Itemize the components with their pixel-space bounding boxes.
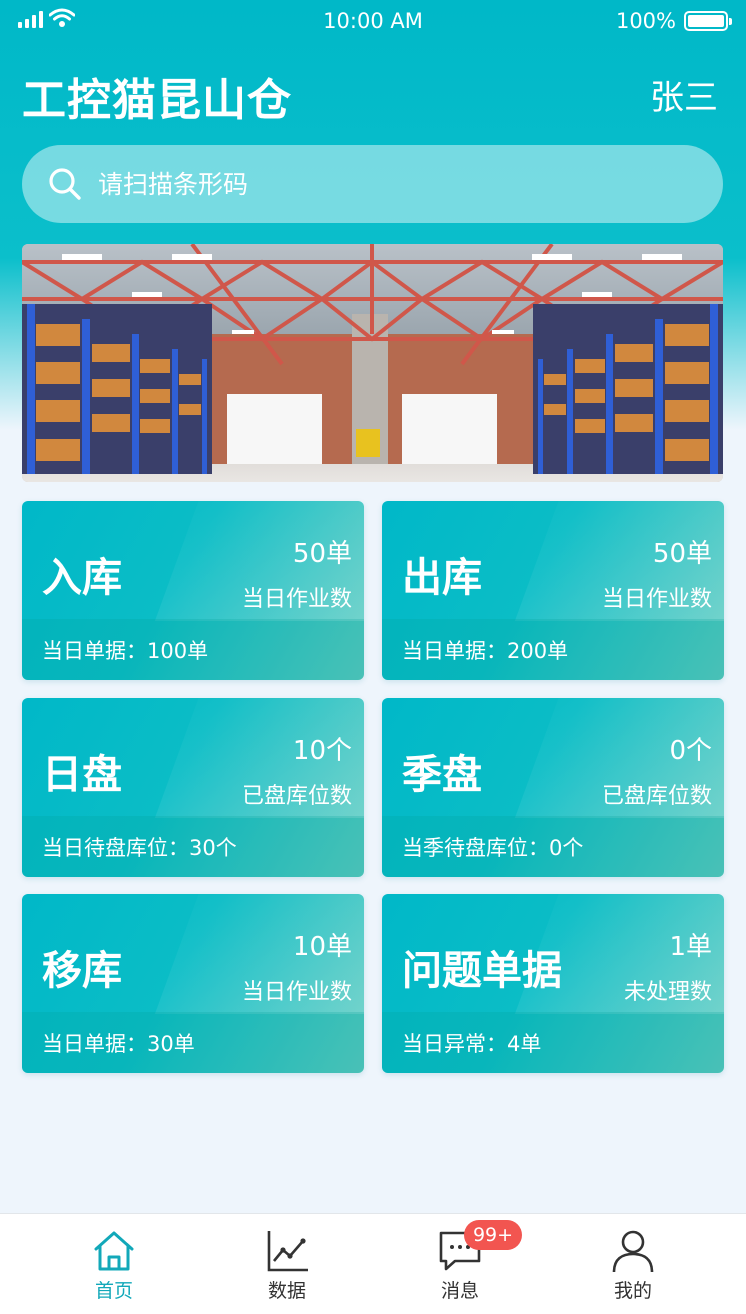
card-title: 入库: [42, 555, 122, 601]
tab-data[interactable]: 数据: [227, 1214, 347, 1314]
user-name[interactable]: 张三: [650, 70, 718, 119]
card-count: 50单: [652, 539, 712, 569]
app-title: 工控猫昆山仓: [22, 75, 292, 126]
card-title: 出库: [402, 555, 482, 601]
card-title: 日盘: [42, 752, 122, 798]
card-outbound[interactable]: 出库 50单 当日作业数 当日单据：200单: [382, 501, 724, 680]
tab-bar: 首页 数据 消息 99+ 我的: [0, 1213, 746, 1314]
user-icon: [612, 1230, 654, 1273]
card-count: 50单: [292, 539, 352, 569]
battery-percent: 100%: [615, 9, 676, 33]
search-input[interactable]: [98, 169, 658, 199]
message-badge: 99+: [464, 1220, 522, 1250]
card-footer: 当日单据：100单: [22, 619, 364, 680]
tab-label: 我的: [613, 1280, 652, 1302]
card-title: 移库: [42, 948, 122, 994]
card-count: 10个: [292, 736, 352, 766]
card-count-label: 当日作业数: [241, 980, 352, 1005]
search-icon[interactable]: [48, 167, 82, 201]
card-footer: 当季待盘库位：0个: [382, 816, 724, 877]
card-count-label: 未处理数: [623, 980, 712, 1005]
card-footer: 当日单据：200单: [382, 619, 724, 680]
status-bar: 10:00 AM 100%: [0, 0, 746, 42]
card-inbound[interactable]: 入库 50单 当日作业数 当日单据：100单: [22, 501, 364, 680]
card-title: 季盘: [402, 752, 482, 798]
card-count-label: 已盘库位数: [601, 784, 712, 809]
card-footer: 当日待盘库位：30个: [22, 816, 364, 877]
tab-messages[interactable]: 消息 99+: [400, 1214, 522, 1314]
card-quarterly-count[interactable]: 季盘 0个 已盘库位数 当季待盘库位：0个: [382, 698, 724, 877]
card-count-label: 当日作业数: [601, 587, 712, 612]
tab-label: 消息: [440, 1280, 479, 1302]
home-icon: [94, 1231, 134, 1271]
card-footer: 当日单据：30单: [22, 1012, 364, 1073]
card-count: 10单: [292, 932, 352, 962]
tab-label: 首页: [94, 1280, 133, 1302]
tab-label: 数据: [267, 1280, 306, 1302]
card-transfer[interactable]: 移库 10单 当日作业数 当日单据：30单: [22, 894, 364, 1073]
search-bar[interactable]: [22, 145, 723, 223]
card-count-label: 当日作业数: [241, 587, 352, 612]
chart-icon: [267, 1231, 308, 1272]
card-daily-count[interactable]: 日盘 10个 已盘库位数 当日待盘库位：30个: [22, 698, 364, 877]
status-right: 100%: [615, 9, 732, 33]
tab-home[interactable]: 首页: [54, 1214, 174, 1314]
card-count-label: 已盘库位数: [241, 784, 352, 809]
battery-icon: [684, 11, 732, 31]
card-count: 0个: [669, 736, 712, 766]
warehouse-image: [22, 244, 723, 482]
warehouse-banner[interactable]: [22, 244, 723, 482]
tab-profile[interactable]: 我的: [573, 1214, 693, 1314]
card-problem-orders[interactable]: 问题单据 1单 未处理数 当日异常：4单: [382, 894, 724, 1073]
card-footer: 当日异常：4单: [382, 1012, 724, 1073]
card-count: 1单: [669, 932, 712, 962]
card-title: 问题单据: [402, 948, 562, 994]
